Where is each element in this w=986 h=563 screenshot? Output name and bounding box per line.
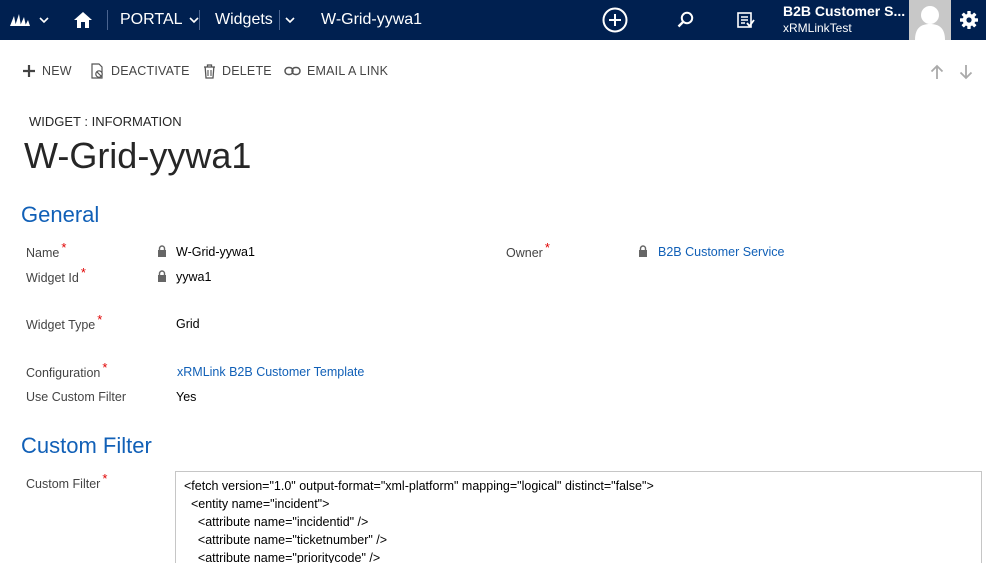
- required-marker: *: [97, 312, 103, 327]
- create-button[interactable]: [602, 0, 628, 40]
- widget-id-field-value[interactable]: yywa1: [176, 270, 211, 284]
- delete-button-label: DELETE: [222, 64, 272, 78]
- app-switcher[interactable]: [10, 0, 49, 40]
- command-bar: NEW DEACTIVATE DELETE EMAIL A LINK: [0, 56, 986, 86]
- plus-icon: [23, 65, 35, 77]
- owner-field-value[interactable]: B2B Customer Service: [658, 245, 784, 259]
- activities-button[interactable]: [737, 0, 755, 40]
- deactivate-button-label: DEACTIVATE: [111, 64, 190, 78]
- configuration-field-label: Configuration *: [26, 360, 108, 380]
- record-breadcrumb[interactable]: W-Grid-yywa1: [321, 0, 422, 40]
- owner-field-label: Owner *: [506, 240, 550, 260]
- record-breadcrumb-label: W-Grid-yywa1: [321, 11, 423, 28]
- email-link-button-label: EMAIL A LINK: [307, 64, 389, 78]
- custom-filter-textarea[interactable]: <fetch version="1.0" output-format="xml-…: [175, 471, 982, 563]
- chevron-down-icon: [188, 17, 199, 24]
- nav-separator: [199, 10, 200, 30]
- code-line: <fetch version="1.0" output-format="xml-…: [184, 479, 654, 493]
- new-button-label: NEW: [42, 64, 72, 78]
- search-button[interactable]: [677, 0, 695, 40]
- lock-icon: [639, 245, 647, 257]
- code-line: <attribute name="incidentid" />: [184, 515, 369, 529]
- code-line: <entity name="incident">: [184, 497, 330, 511]
- home-button[interactable]: [74, 0, 92, 40]
- custom-filter-field-label: Custom Filter *: [26, 471, 108, 491]
- trash-icon: [204, 63, 215, 79]
- arrow-up-icon[interactable]: [930, 64, 944, 80]
- deactivate-icon: [91, 63, 103, 79]
- page-title: W-Grid-yywa1: [24, 135, 252, 176]
- required-marker: *: [80, 265, 86, 280]
- widget-id-field-label: Widget Id *: [26, 265, 86, 285]
- use-custom-filter-field-value[interactable]: Yes: [176, 390, 196, 404]
- deactivate-button[interactable]: DEACTIVATE: [91, 56, 190, 86]
- nav-separator: [107, 10, 108, 30]
- name-field-label: Name *: [26, 240, 67, 260]
- nav-separator: [279, 10, 280, 30]
- name-field-value[interactable]: W-Grid-yywa1: [176, 245, 255, 259]
- gear-icon: [959, 11, 978, 29]
- use-custom-filter-field-label: Use Custom Filter: [26, 390, 127, 404]
- new-button[interactable]: NEW: [22, 56, 72, 86]
- settings-button[interactable]: [951, 0, 986, 40]
- section-general-title: General: [21, 202, 100, 227]
- area-link[interactable]: Widgets: [215, 0, 273, 40]
- arrow-down-icon[interactable]: [959, 64, 973, 80]
- task-list-icon: [737, 12, 755, 28]
- user-silhouette-icon: [915, 6, 945, 40]
- module-selector[interactable]: PORTAL: [120, 0, 199, 40]
- code-line: <attribute name="ticketnumber" />: [184, 533, 388, 547]
- widget-type-field-value[interactable]: Grid: [176, 317, 200, 331]
- dynamics-logo-icon: [10, 14, 30, 26]
- link-icon: [284, 66, 301, 76]
- email-link-button[interactable]: EMAIL A LINK: [284, 56, 388, 86]
- required-marker: *: [544, 240, 550, 255]
- required-marker: *: [102, 471, 108, 486]
- avatar[interactable]: [909, 0, 951, 40]
- delete-button[interactable]: DELETE: [203, 56, 272, 86]
- area-dropdown[interactable]: [285, 0, 295, 40]
- lock-icon: [158, 270, 166, 282]
- required-marker: *: [102, 360, 108, 375]
- module-label: PORTAL: [120, 11, 183, 28]
- widget-type-field-label: Widget Type *: [26, 312, 103, 332]
- plus-circle-icon: [602, 7, 628, 33]
- code-line: <attribute name="prioritycode" />: [184, 551, 381, 563]
- home-icon: [74, 12, 92, 28]
- lock-icon: [158, 245, 166, 257]
- entity-form-label: WIDGET : INFORMATION: [29, 114, 182, 129]
- user-org[interactable]: xRMLinkTest: [783, 21, 852, 35]
- chevron-down-icon: [39, 17, 49, 24]
- area-label: Widgets: [215, 11, 273, 28]
- chevron-down-icon: [285, 17, 295, 24]
- configuration-field-value[interactable]: xRMLink B2B Customer Template: [177, 365, 364, 379]
- user-name[interactable]: B2B Customer S...: [783, 3, 905, 19]
- section-custom-filter-title: Custom Filter: [21, 433, 152, 458]
- search-icon: [677, 11, 694, 28]
- top-nav-bar: PORTAL Widgets W-Grid-yywa1 B2B Customer…: [0, 0, 986, 40]
- required-marker: *: [61, 240, 67, 255]
